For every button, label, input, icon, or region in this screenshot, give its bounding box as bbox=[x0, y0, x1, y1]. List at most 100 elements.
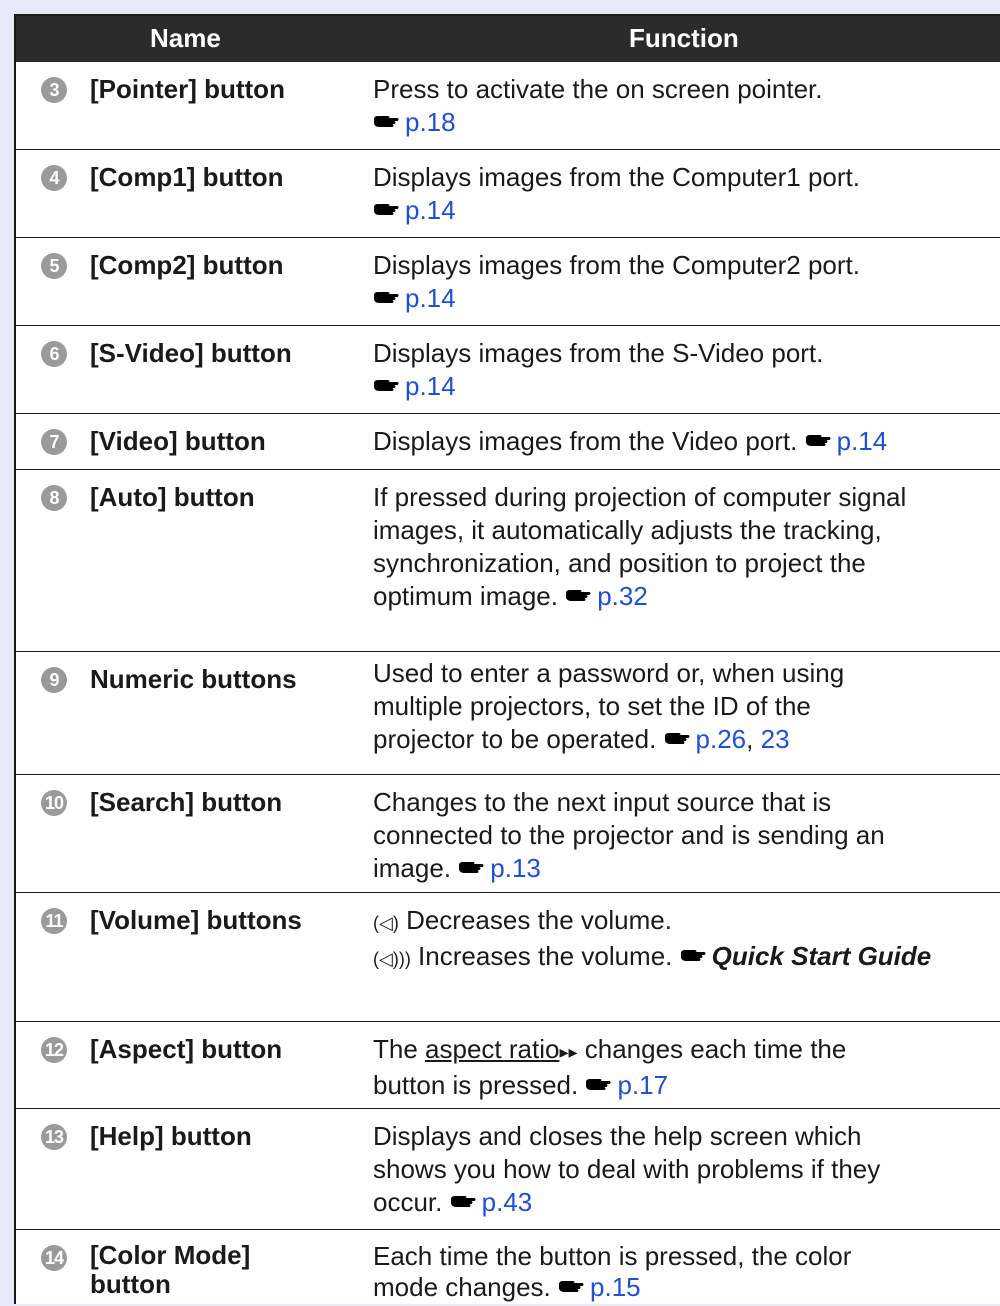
number-badge: 7 bbox=[41, 429, 67, 455]
table-row: 6 [S-Video] button Displays images from … bbox=[16, 326, 1000, 414]
row-name: [Comp1] button bbox=[90, 162, 284, 192]
volume-down-icon: (◁) bbox=[373, 913, 399, 933]
page-link[interactable]: p.15 bbox=[590, 1272, 641, 1302]
pointing-hand-icon bbox=[373, 115, 399, 129]
row-function: Displays images from the S-Video port. p… bbox=[373, 337, 1000, 403]
row-name: [Aspect] button bbox=[90, 1034, 283, 1064]
pointing-hand-icon bbox=[664, 732, 690, 746]
row-text: Press to activate the on screen pointer. bbox=[373, 74, 823, 104]
row-text: changes each time the bbox=[577, 1034, 847, 1064]
number-badge: 10 bbox=[41, 790, 67, 816]
pointing-hand-icon bbox=[558, 1280, 584, 1294]
row-text: multiple projectors, to set the ID of th… bbox=[373, 691, 811, 721]
page-link[interactable]: p.14 bbox=[837, 426, 888, 456]
number-badge: 11 bbox=[41, 908, 67, 934]
page-link[interactable]: p.26 bbox=[696, 724, 747, 754]
row-name-line: button bbox=[90, 1269, 171, 1299]
table-row: 10 [Search] button Changes to the next i… bbox=[16, 775, 1000, 893]
link-separator: , bbox=[746, 724, 754, 754]
pointing-hand-icon bbox=[458, 861, 484, 875]
page-link[interactable]: p.13 bbox=[490, 853, 541, 883]
volume-up-icon: (◁))) bbox=[373, 949, 411, 969]
page-link[interactable]: p.32 bbox=[597, 581, 648, 611]
guide-reference: Quick Start Guide bbox=[711, 941, 932, 971]
table-row: 8 [Auto] button If pressed during projec… bbox=[16, 470, 1000, 652]
row-function: Displays images from the Video port. p.1… bbox=[373, 425, 1000, 458]
header-name: Name bbox=[150, 23, 221, 53]
row-function: (◁) Decreases the volume. (◁))) Increase… bbox=[373, 904, 1000, 976]
table-row: 3 [Pointer] button Press to activate the… bbox=[16, 62, 1000, 150]
number-badge: 3 bbox=[41, 77, 67, 103]
page-link[interactable]: p.14 bbox=[405, 195, 456, 225]
table-row: 4 [Comp1] button Displays images from th… bbox=[16, 150, 1000, 238]
row-text: occur. bbox=[373, 1187, 443, 1217]
row-text: shows you how to deal with problems if t… bbox=[373, 1154, 881, 1184]
row-name: [S-Video] button bbox=[90, 338, 292, 368]
glossary-term[interactable]: aspect ratio bbox=[425, 1034, 559, 1064]
number-badge: 14 bbox=[41, 1245, 67, 1271]
function-table: Name Function 3 [Pointer] button Press t… bbox=[14, 14, 1000, 1304]
row-name: [Comp2] button bbox=[90, 250, 284, 280]
row-name: Numeric buttons bbox=[90, 664, 297, 694]
row-function: The aspect ratio▸▸ changes each time the… bbox=[373, 1033, 1000, 1102]
pointing-hand-icon bbox=[805, 434, 831, 448]
row-function: Press to activate the on screen pointer.… bbox=[373, 73, 1000, 139]
row-function: Displays images from the Computer1 port.… bbox=[373, 161, 1000, 227]
row-text: Used to enter a password or, when using bbox=[373, 658, 845, 688]
row-text: projector to be operated. bbox=[373, 724, 657, 754]
number-badge: 13 bbox=[41, 1124, 67, 1150]
header-function: Function bbox=[629, 23, 739, 53]
row-function: Displays images from the Computer2 port.… bbox=[373, 249, 1000, 315]
table-row: 14 [Color Mode] button Each time the but… bbox=[16, 1230, 1000, 1306]
table-row: 12 [Aspect] button The aspect ratio▸▸ ch… bbox=[16, 1022, 1000, 1109]
row-text: optimum image. bbox=[373, 581, 558, 611]
row-text: Decreases the volume. bbox=[398, 905, 672, 935]
page-link[interactable]: p.18 bbox=[405, 107, 456, 137]
table-header: Name Function bbox=[16, 16, 1000, 62]
pointing-hand-icon bbox=[680, 949, 706, 963]
pointing-hand-icon bbox=[373, 291, 399, 305]
pointing-hand-icon bbox=[373, 379, 399, 393]
row-text: If pressed during projection of computer… bbox=[373, 482, 907, 512]
row-text: Displays images from the Video port. bbox=[373, 426, 798, 456]
row-text: Displays and closes the help screen whic… bbox=[373, 1121, 862, 1151]
row-text: Displays images from the Computer1 port. bbox=[373, 162, 860, 192]
row-text: button is pressed. bbox=[373, 1070, 579, 1100]
row-text: synchronization, and position to project… bbox=[373, 548, 866, 578]
row-name: [Volume] buttons bbox=[90, 905, 302, 935]
number-badge: 9 bbox=[41, 667, 67, 693]
row-text: connected to the projector and is sendin… bbox=[373, 820, 885, 850]
row-name-line: [Color Mode] bbox=[90, 1240, 251, 1270]
row-text: Increases the volume. bbox=[410, 941, 673, 971]
row-function: Used to enter a password or, when using … bbox=[373, 657, 1000, 756]
number-badge: 6 bbox=[41, 341, 67, 367]
row-text: mode changes. bbox=[373, 1272, 551, 1302]
page-link[interactable]: p.43 bbox=[482, 1187, 533, 1217]
pointing-hand-icon bbox=[373, 203, 399, 217]
page-link[interactable]: p.14 bbox=[405, 371, 456, 401]
table-row: 11 [Volume] buttons (◁) Decreases the vo… bbox=[16, 893, 1000, 1022]
row-text: image. bbox=[373, 853, 452, 883]
table-row: 5 [Comp2] button Displays images from th… bbox=[16, 238, 1000, 326]
page-link[interactable]: 23 bbox=[761, 724, 790, 754]
row-function: If pressed during projection of computer… bbox=[373, 481, 1000, 613]
row-text: Changes to the next input source that is bbox=[373, 787, 832, 817]
row-name: [Auto] button bbox=[90, 482, 255, 512]
page-link[interactable]: p.17 bbox=[617, 1070, 668, 1100]
page-link[interactable]: p.14 bbox=[405, 283, 456, 313]
number-badge: 5 bbox=[41, 253, 67, 279]
pointing-hand-icon bbox=[450, 1195, 476, 1209]
row-function: Displays and closes the help screen whic… bbox=[373, 1120, 1000, 1219]
row-name: [Help] button bbox=[90, 1121, 252, 1151]
row-function: Each time the button is pressed, the col… bbox=[373, 1241, 1000, 1303]
row-text: Displays images from the Computer2 port. bbox=[373, 250, 860, 280]
row-name: [Search] button bbox=[90, 787, 283, 817]
row-text: images, it automatically adjusts the tra… bbox=[373, 515, 882, 545]
pointing-hand-icon bbox=[565, 589, 591, 603]
glossary-marker-icon: ▸▸ bbox=[559, 1042, 578, 1062]
row-name: [Video] button bbox=[90, 426, 266, 456]
row-text: Each time the button is pressed, the col… bbox=[373, 1241, 852, 1271]
number-badge: 8 bbox=[41, 485, 67, 511]
row-text: Displays images from the S-Video port. bbox=[373, 338, 824, 368]
table-row: 7 [Video] button Displays images from th… bbox=[16, 414, 1000, 470]
